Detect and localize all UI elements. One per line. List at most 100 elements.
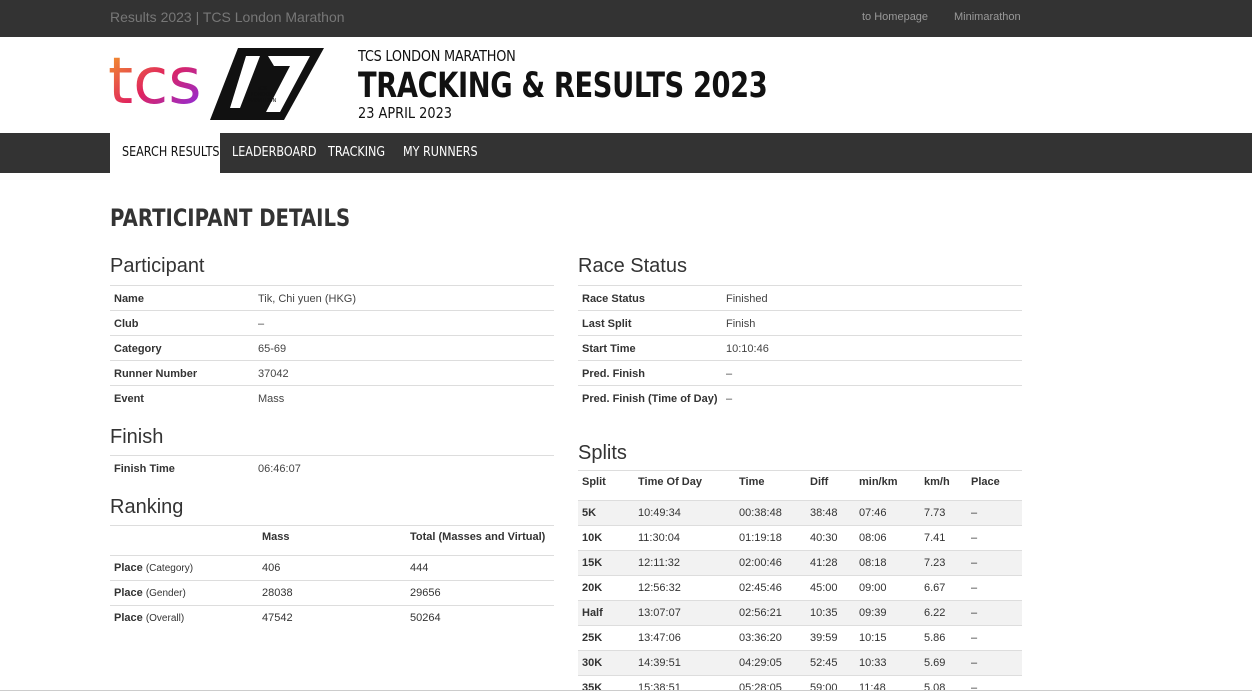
split-speed: 5.86 [920,626,967,651]
race-status-label: Race Status [578,286,722,311]
participant-table: NameTik, Chi yuen (HKG)Club–Category65-6… [110,285,554,411]
split-place: – [967,576,1022,601]
participant-label: Category [110,336,254,361]
race-status-label: Last Split [578,311,722,336]
participant-value: Mass [254,386,554,411]
split-place: – [967,551,1022,576]
splits-row: 25K13:47:0603:36:2039:5910:155.86– [578,626,1022,651]
race-status-row: Start Time10:10:46 [578,336,1022,361]
split-time: 02:56:21 [735,601,806,626]
splits-row: 30K14:39:5104:29:0552:4510:335.69– [578,651,1022,676]
split-diff: 10:35 [806,601,855,626]
nav-leaderboard[interactable]: LEADERBOARD [232,133,316,173]
split-diff: 39:59 [806,626,855,651]
ranking-label: Place (Category) [110,556,258,581]
race-status-value: Finished [722,286,1022,311]
brand-title: TRACKING & RESULTS 2023 [358,67,767,105]
ranking-row: Place (Category)406444 [110,556,554,581]
ranking-header-empty [110,526,258,556]
finish-label: Finish Time [110,456,254,481]
split-time: 00:38:48 [735,501,806,526]
splits-row: Half13:07:0702:56:2110:3509:396.22– [578,601,1022,626]
ranking-total: 29656 [406,581,554,606]
race-status-table: Race StatusFinishedLast SplitFinishStart… [578,285,1022,411]
split-time: 02:45:46 [735,576,806,601]
participant-row: EventMass [110,386,554,411]
nav-tracking[interactable]: TRACKING [328,133,385,173]
split-diff: 45:00 [806,576,855,601]
participant-row: Runner Number37042 [110,361,554,386]
split-label: Half [578,601,634,626]
split-speed: 5.08 [920,676,967,700]
ranking-title: Ranking [110,496,183,519]
splits-header-diff: Diff [806,471,855,501]
split-label: 35K [578,676,634,700]
split-label: 5K [578,501,634,526]
participant-value: – [254,311,554,336]
participant-label: Event [110,386,254,411]
splits-header-speed: km/h [920,471,967,501]
top-bar: Results 2023 | TCS London Marathon to Ho… [0,0,1252,37]
participant-value: Tik, Chi yuen (HKG) [254,286,554,311]
split-pace: 08:18 [855,551,920,576]
race-status-label: Start Time [578,336,722,361]
ranking-row: Place (Gender)2803829656 [110,581,554,606]
splits-row: 35K15:38:5105:28:0559:0011:485.08– [578,676,1022,700]
homepage-link[interactable]: to Homepage [862,11,928,23]
race-status-row: Last SplitFinish [578,311,1022,336]
ranking-header-total: Total (Masses and Virtual) [406,526,554,556]
split-pace: 10:33 [855,651,920,676]
brand-header: tcs TCS LONDON MARATHON TCS LONDON MARAT… [0,37,1252,133]
split-pace: 09:00 [855,576,920,601]
brand-subtitle: TCS LONDON MARATHON [358,47,809,65]
site-title: Results 2023 | TCS London Marathon [110,9,345,25]
splits-header-pace: min/km [855,471,920,501]
split-label: 10K [578,526,634,551]
split-speed: 5.69 [920,651,967,676]
splits-row: 20K12:56:3202:45:4645:0009:006.67– [578,576,1022,601]
participant-value: 37042 [254,361,554,386]
svg-text:tcs: tcs [108,47,202,109]
nav-search-results[interactable]: SEARCH RESULTS [122,133,220,173]
participant-row: NameTik, Chi yuen (HKG) [110,286,554,311]
splits-row: 5K10:49:3400:38:4838:4807:467.73– [578,501,1022,526]
split-time: 01:19:18 [735,526,806,551]
race-status-value: 10:10:46 [722,336,1022,361]
split-time: 03:36:20 [735,626,806,651]
ranking-mass: 406 [258,556,406,581]
ranking-label-text: Place [114,562,143,574]
ranking-header-mass: Mass [258,526,406,556]
splits-header-time-of-day: Time Of Day [634,471,735,501]
tcs-logo[interactable]: tcs [108,47,206,109]
ranking-label-text: Place [114,612,143,624]
split-speed: 7.73 [920,501,967,526]
participant-label: Runner Number [110,361,254,386]
split-pace: 07:46 [855,501,920,526]
split-time-of-day: 14:39:51 [634,651,735,676]
ranking-label: Place (Overall) [110,606,258,631]
nav-my-runners[interactable]: MY RUNNERS [403,133,478,173]
split-place: – [967,526,1022,551]
split-time-of-day: 12:11:32 [634,551,735,576]
split-label: 30K [578,651,634,676]
split-time: 02:00:46 [735,551,806,576]
ranking-label-text: Place [114,587,143,599]
ranking-label-sub: (Gender) [146,588,186,599]
splits-header-time: Time [735,471,806,501]
split-pace: 10:15 [855,626,920,651]
london-marathon-logo[interactable]: TCS LONDON MARATHON [210,48,326,122]
split-time-of-day: 10:49:34 [634,501,735,526]
split-place: – [967,676,1022,700]
minimarathon-link[interactable]: Minimarathon [954,11,1021,23]
race-status-value: – [722,361,1022,386]
brand-date: 23 APRIL 2023 [358,104,809,122]
split-speed: 6.67 [920,576,967,601]
participant-row: Club– [110,311,554,336]
brand-text: TCS LONDON MARATHON TRACKING & RESULTS 2… [358,47,883,122]
split-label: 15K [578,551,634,576]
split-time: 05:28:05 [735,676,806,700]
participant-label: Name [110,286,254,311]
split-pace: 11:48 [855,676,920,700]
page-bottom-divider [0,690,1252,691]
ranking-mass: 47542 [258,606,406,631]
